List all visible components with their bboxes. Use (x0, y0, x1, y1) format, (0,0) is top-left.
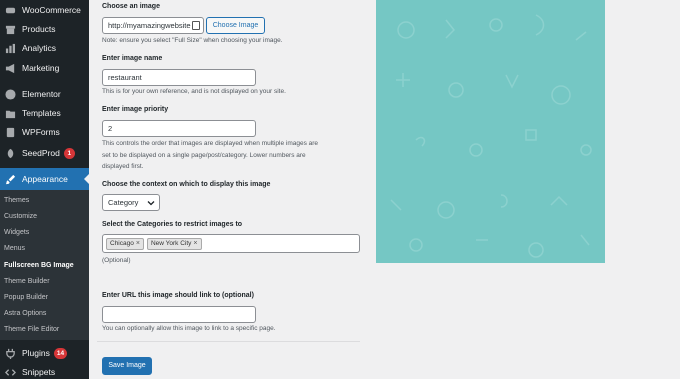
sidebar-item-templates[interactable]: Templates (0, 103, 89, 123)
link-url-field[interactable] (102, 306, 256, 323)
remove-tag-icon[interactable]: × (193, 239, 197, 249)
sidebar-item-label: Products (22, 24, 56, 34)
sidebar-item-label: SeedProd (22, 148, 60, 158)
appearance-submenu: Themes Customize Widgets Menus Fullscree… (0, 190, 89, 340)
food-pattern-background (390, 14, 592, 258)
form-icon (4, 126, 16, 138)
save-image-button[interactable]: Save Image (102, 357, 152, 375)
image-name-field[interactable]: restaurant (102, 69, 256, 86)
category-tag: New York City × (146, 237, 202, 250)
submenu-item-fullscreen-bg-image[interactable]: Fullscreen BG Image (4, 262, 74, 269)
sidebar-item-analytics[interactable]: Analytics (0, 38, 89, 58)
name-label: Enter image name (102, 55, 163, 62)
categories-label: Select the Categories to restrict images… (102, 221, 243, 228)
sidebar-item-label: Templates (22, 108, 61, 118)
context-label: Choose the context on which to display t… (102, 181, 271, 188)
sidebar-item-marketing[interactable]: Marketing (0, 58, 89, 78)
plug-icon (4, 347, 16, 359)
sidebar-item-label: Analytics (22, 43, 57, 53)
priority-help-line-1: This controls the order that images are … (102, 140, 319, 147)
submenu-item-widgets[interactable]: Widgets (4, 229, 29, 236)
sidebar-item-label: WooCommerce (22, 5, 81, 15)
seedprod-icon (4, 147, 16, 159)
submenu-item-popup-builder[interactable]: Popup Builder (4, 294, 48, 301)
notification-badge: 1 (63, 147, 75, 159)
sidebar-item-products[interactable]: Products (0, 19, 89, 39)
sidebar-item-seedprod[interactable]: SeedProd 1 (0, 143, 89, 163)
choose-image-button[interactable]: Choose Image (206, 17, 265, 34)
categories-optional: (Optional) (102, 257, 131, 264)
sidebar-item-label: Marketing (22, 63, 60, 73)
remove-tag-icon[interactable]: × (136, 239, 140, 249)
admin-sidebar: WooCommerce Products Analytics Marketing… (0, 0, 89, 379)
sidebar-item-wpforms[interactable]: WPForms (0, 122, 89, 142)
priority-help-line-2: set to be displayed on a single page/pos… (102, 152, 306, 159)
sidebar-item-label: WPForms (22, 127, 60, 137)
submenu-item-themes[interactable]: Themes (4, 197, 29, 204)
megaphone-icon (4, 62, 16, 74)
categories-multiselect[interactable]: Chicago × New York City × (102, 234, 360, 253)
image-priority-field[interactable]: 2 (102, 120, 256, 137)
image-preview (376, 0, 605, 263)
main-content: Choose an image http://myamazingwebsite … (89, 0, 680, 379)
submenu-item-astra-options[interactable]: Astra Options (4, 310, 46, 317)
context-select-value: Category (108, 198, 139, 207)
sidebar-item-elementor[interactable]: Elementor (0, 84, 89, 104)
sidebar-item-label: Elementor (22, 89, 61, 99)
paintbrush-icon (4, 173, 16, 185)
link-help: You can optionally allow this image to l… (102, 325, 276, 332)
submenu-item-theme-file-editor[interactable]: Theme File Editor (4, 326, 59, 333)
bar-chart-icon (4, 42, 16, 54)
category-tag-label: New York City (150, 239, 192, 247)
submenu-item-customize[interactable]: Customize (4, 213, 37, 220)
sidebar-item-label: Snippets (22, 367, 56, 377)
image-label: Choose an image (102, 3, 160, 10)
folder-icon (4, 107, 16, 119)
archive-icon (4, 23, 16, 35)
chevron-down-icon (147, 201, 155, 206)
name-help: This is for your own reference, and is n… (102, 88, 286, 95)
link-label: Enter URL this image should link to (opt… (102, 292, 254, 299)
submenu-item-theme-builder[interactable]: Theme Builder (4, 278, 50, 285)
image-url-field[interactable]: http://myamazingwebsite (102, 17, 204, 34)
image-note: Note: ensure you select "Full Size" when… (102, 37, 283, 44)
sidebar-item-label: Plugins (22, 348, 50, 358)
notification-badge: 14 (53, 347, 68, 359)
sidebar-item-snippets[interactable]: Snippets (0, 362, 89, 379)
image-url-value: http://myamazingwebsite (108, 21, 191, 30)
contact-card-icon (192, 21, 200, 30)
category-tag-label: Chicago (110, 239, 134, 247)
priority-help-line-3: displayed first. (102, 163, 144, 170)
sidebar-item-plugins[interactable]: Plugins 14 (0, 343, 89, 363)
context-select[interactable]: Category (102, 194, 160, 211)
woocommerce-icon (4, 4, 16, 16)
sidebar-item-appearance[interactable]: Appearance (0, 168, 89, 190)
divider (97, 341, 360, 342)
code-icon (4, 366, 16, 378)
elementor-icon (4, 88, 16, 100)
sidebar-item-woocommerce[interactable]: WooCommerce (0, 0, 89, 20)
priority-label: Enter image priority (102, 106, 169, 113)
submenu-item-menus[interactable]: Menus (4, 245, 25, 252)
sidebar-item-label: Appearance (22, 174, 68, 184)
category-tag: Chicago × (106, 237, 144, 250)
